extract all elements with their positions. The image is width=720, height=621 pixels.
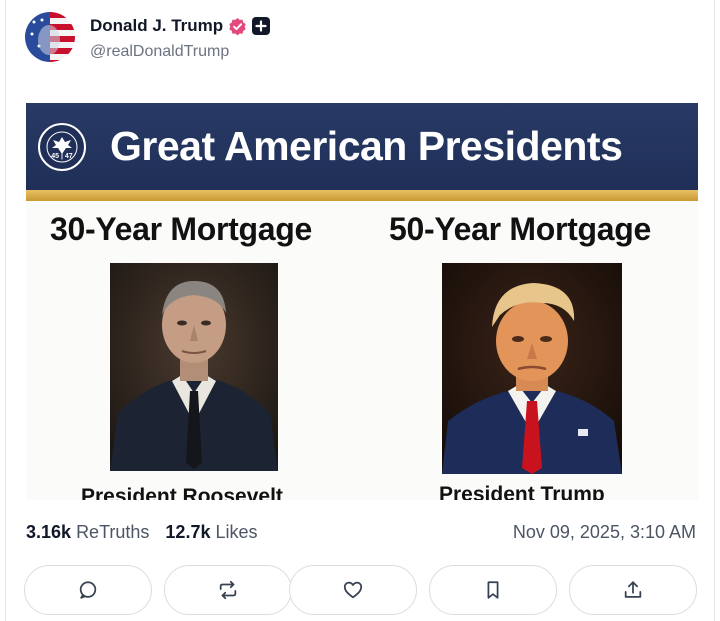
post-timestamp[interactable]: Nov 09, 2025, 3:10 AM (513, 522, 696, 543)
banner-title: Great American Presidents (110, 123, 623, 169)
share-icon (624, 581, 642, 598)
retruths-count: 3.16k (26, 522, 72, 542)
left-column-heading: 30-Year Mortgage (50, 211, 312, 247)
bookmark-button[interactable] (429, 565, 557, 615)
trump-portrait (442, 263, 622, 474)
verified-badge-icon (229, 17, 246, 35)
feed-border-left (5, 0, 6, 621)
author-name-row: Donald J. Trump (90, 16, 271, 36)
retruth-button[interactable] (164, 565, 292, 615)
avatar[interactable] (25, 12, 75, 62)
right-column-caption: President Trump (439, 483, 605, 500)
plus-badge-icon (252, 17, 271, 35)
post-stats: 3.16k ReTruths 12.7k Likes (26, 522, 258, 543)
likes-stat[interactable]: 12.7k Likes (165, 522, 257, 543)
roosevelt-portrait (110, 263, 278, 471)
presidential-seal-icon (38, 123, 86, 171)
likes-count: 12.7k (165, 522, 211, 542)
reply-button[interactable] (24, 565, 152, 615)
retruths-label: ReTruths (76, 522, 150, 542)
retruths-stat[interactable]: 3.16k ReTruths (26, 522, 149, 543)
bookmark-icon (487, 581, 499, 599)
left-column-caption: President Roosevelt (81, 485, 283, 500)
seal-label: 45 | 47 (51, 153, 73, 160)
author-handle[interactable]: @realDonaldTrump (90, 43, 229, 61)
image-gold-stripe (26, 190, 698, 201)
likes-label: Likes (215, 522, 258, 542)
heart-icon (343, 581, 363, 599)
right-column-heading: 50-Year Mortgage (389, 211, 651, 247)
repost-icon (219, 580, 237, 600)
post-actions (24, 565, 698, 617)
post-image[interactable]: 45 | 47 Great American Presidents 30-Yea… (26, 103, 698, 500)
like-button[interactable] (289, 565, 417, 615)
comment-icon (79, 581, 97, 599)
share-button[interactable] (569, 565, 697, 615)
author-display-name[interactable]: Donald J. Trump (90, 16, 223, 36)
feed-border-right (714, 0, 715, 621)
american-flag-face-avatar (25, 12, 75, 62)
